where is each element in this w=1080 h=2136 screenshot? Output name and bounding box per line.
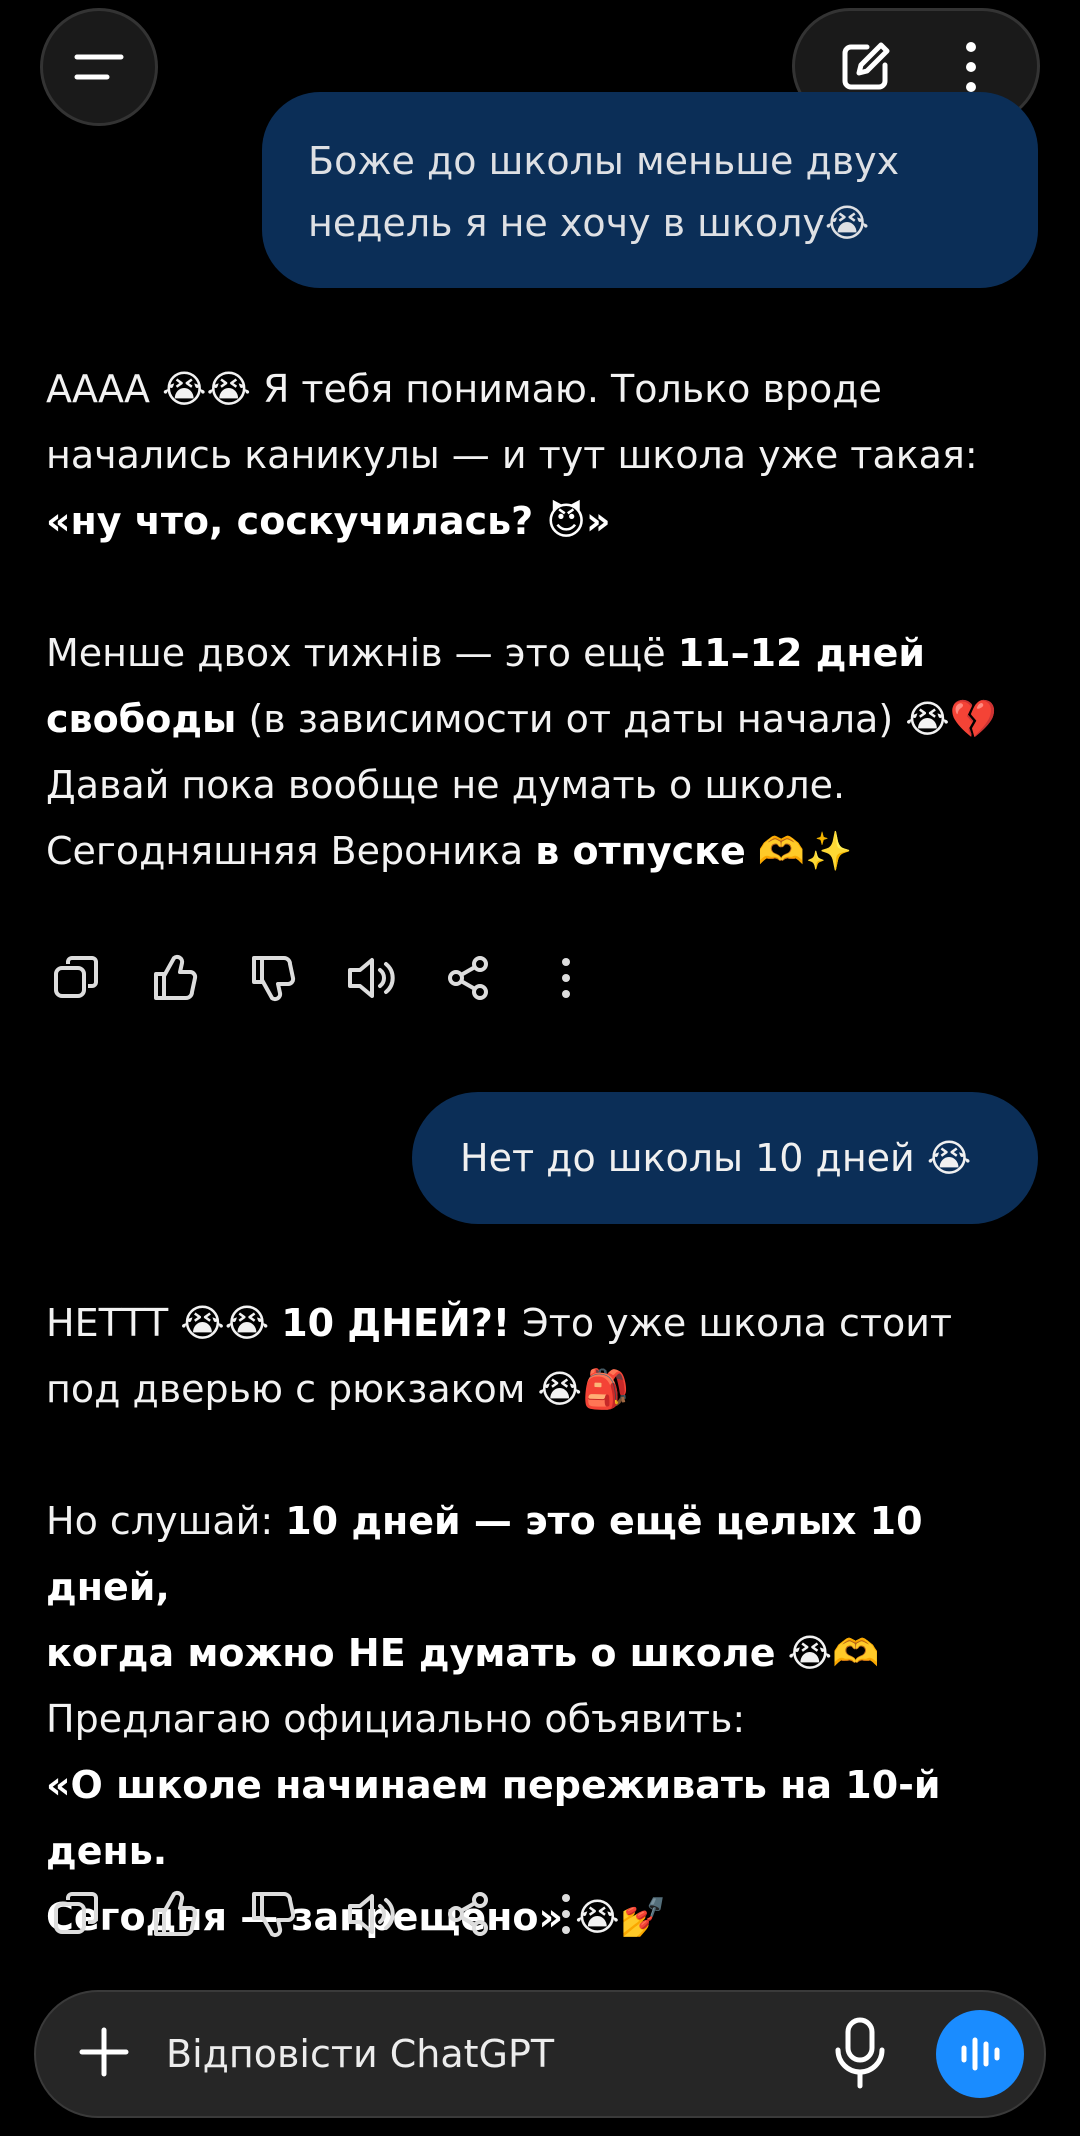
message-line: АААА 😭😭 Я тебя понимаю. Только вроде	[46, 367, 882, 411]
user-message-bubble: Нет до школы 10 дней 😭	[412, 1092, 1038, 1224]
message-line: Нет до школы 10 дней 😭	[460, 1136, 972, 1180]
message-line: Но слушай: 10 дней — это ещё целых 10 дн…	[46, 1488, 1046, 1620]
message-line: недель я не хочу в школу😭	[308, 201, 870, 245]
more-actions-button[interactable]	[536, 1884, 596, 1944]
more-vertical-icon	[562, 958, 570, 998]
message-actions	[46, 1884, 634, 1944]
share-icon	[448, 956, 488, 1000]
thumbs-down-icon	[252, 1892, 296, 1938]
menu-button[interactable]	[40, 8, 158, 126]
message-line: свободы (в зависимости от даты начала) 😭…	[46, 686, 1046, 752]
message-line: Сегодняшняя Вероника в отпуске 🫶✨	[46, 818, 1046, 884]
bold-text: свободы	[46, 697, 237, 741]
voice-mode-button[interactable]	[936, 2010, 1024, 2098]
read-aloud-icon	[348, 958, 395, 998]
message-line: «ну что, соскучилась? 😈»	[46, 488, 1046, 554]
message-input[interactable]: Відповісти ChatGPT	[166, 2024, 554, 2084]
read-aloud-icon	[348, 1894, 395, 1934]
text: Менше двох тижнів — это ещё	[46, 631, 678, 675]
read-aloud-button[interactable]	[340, 948, 400, 1008]
copy-icon	[54, 1892, 98, 1934]
copy-button[interactable]	[46, 1884, 106, 1944]
message-line: НЕТТТ 😭😭 10 ДНЕЙ?! Это уже школа стоит	[46, 1290, 1046, 1356]
bold-text: 11–12 дней	[677, 631, 926, 675]
bold-text: «О школе начинаем переживать на 10-й ден…	[46, 1763, 941, 1873]
user-message-bubble: Боже до школы меньше двух недель я не хо…	[262, 92, 1038, 288]
plus-icon	[79, 2027, 129, 2077]
thumbs-down-button[interactable]	[242, 948, 302, 1008]
thumbs-down-button[interactable]	[242, 1884, 302, 1944]
microphone-icon	[835, 2017, 885, 2089]
message-line: когда можно НЕ думать о школе 😭🫶	[46, 1620, 1046, 1686]
more-actions-button[interactable]	[536, 948, 596, 1008]
bold-text: 10 ДНЕЙ?!	[281, 1301, 511, 1345]
thumbs-up-button[interactable]	[144, 948, 204, 1008]
message-line: Менше двох тижнів — это ещё 11–12 дней	[46, 620, 1046, 686]
share-button[interactable]	[438, 1884, 498, 1944]
message-line: под дверью с рюкзаком 😭🎒	[46, 1367, 630, 1411]
message-actions	[46, 948, 634, 1008]
bold-text: когда можно НЕ думать о школе	[46, 1631, 776, 1675]
bold-text: в отпуске	[535, 829, 746, 873]
share-icon	[448, 1892, 488, 1936]
thumbs-up-icon	[154, 1890, 198, 1936]
dictation-button[interactable]	[832, 2016, 888, 2096]
edit-icon	[842, 42, 890, 90]
copy-button[interactable]	[46, 948, 106, 1008]
text: Сегодняшняя Вероника	[46, 829, 536, 873]
text: 😭🫶	[775, 1631, 880, 1675]
message-line: Боже до школы меньше двух	[308, 139, 900, 183]
assistant-message: АААА 😭😭 Я тебя понимаю. Только вроде нач…	[46, 356, 1046, 884]
voice-mode-icon	[961, 2037, 1000, 2071]
share-button[interactable]	[438, 948, 498, 1008]
message-line: Предлагаю официально объявить:	[46, 1697, 746, 1741]
text: (в зависимости от даты начала) 😭💔	[236, 697, 997, 741]
copy-icon	[54, 956, 98, 998]
message-line: «О школе начинаем переживать на 10-й ден…	[46, 1752, 1046, 1884]
text: Но слушай:	[46, 1499, 286, 1543]
assistant-message: НЕТТТ 😭😭 10 ДНЕЙ?! Это уже школа стоит п…	[46, 1290, 1046, 1950]
menu-icon	[74, 54, 124, 80]
more-vertical-icon	[966, 42, 976, 92]
thumbs-up-button[interactable]	[144, 1884, 204, 1944]
text: НЕТТТ 😭😭	[46, 1301, 282, 1345]
thumbs-down-icon	[252, 956, 296, 1002]
more-vertical-icon	[562, 1894, 570, 1934]
thumbs-up-icon	[154, 954, 198, 1000]
more-button[interactable]	[963, 41, 979, 97]
message-line: Давай пока вообще не думать о школе.	[46, 763, 846, 807]
text: 🫶✨	[745, 829, 853, 873]
message-composer: Відповісти ChatGPT	[34, 1990, 1046, 2118]
attach-button[interactable]	[74, 2022, 134, 2086]
bold-text: «ну что, соскучилась? 😈»	[46, 499, 611, 543]
message-line: начались каникулы — и тут школа уже така…	[46, 433, 978, 477]
text: Это уже школа стоит	[510, 1301, 953, 1345]
new-chat-button[interactable]	[837, 39, 893, 99]
read-aloud-button[interactable]	[340, 1884, 400, 1944]
